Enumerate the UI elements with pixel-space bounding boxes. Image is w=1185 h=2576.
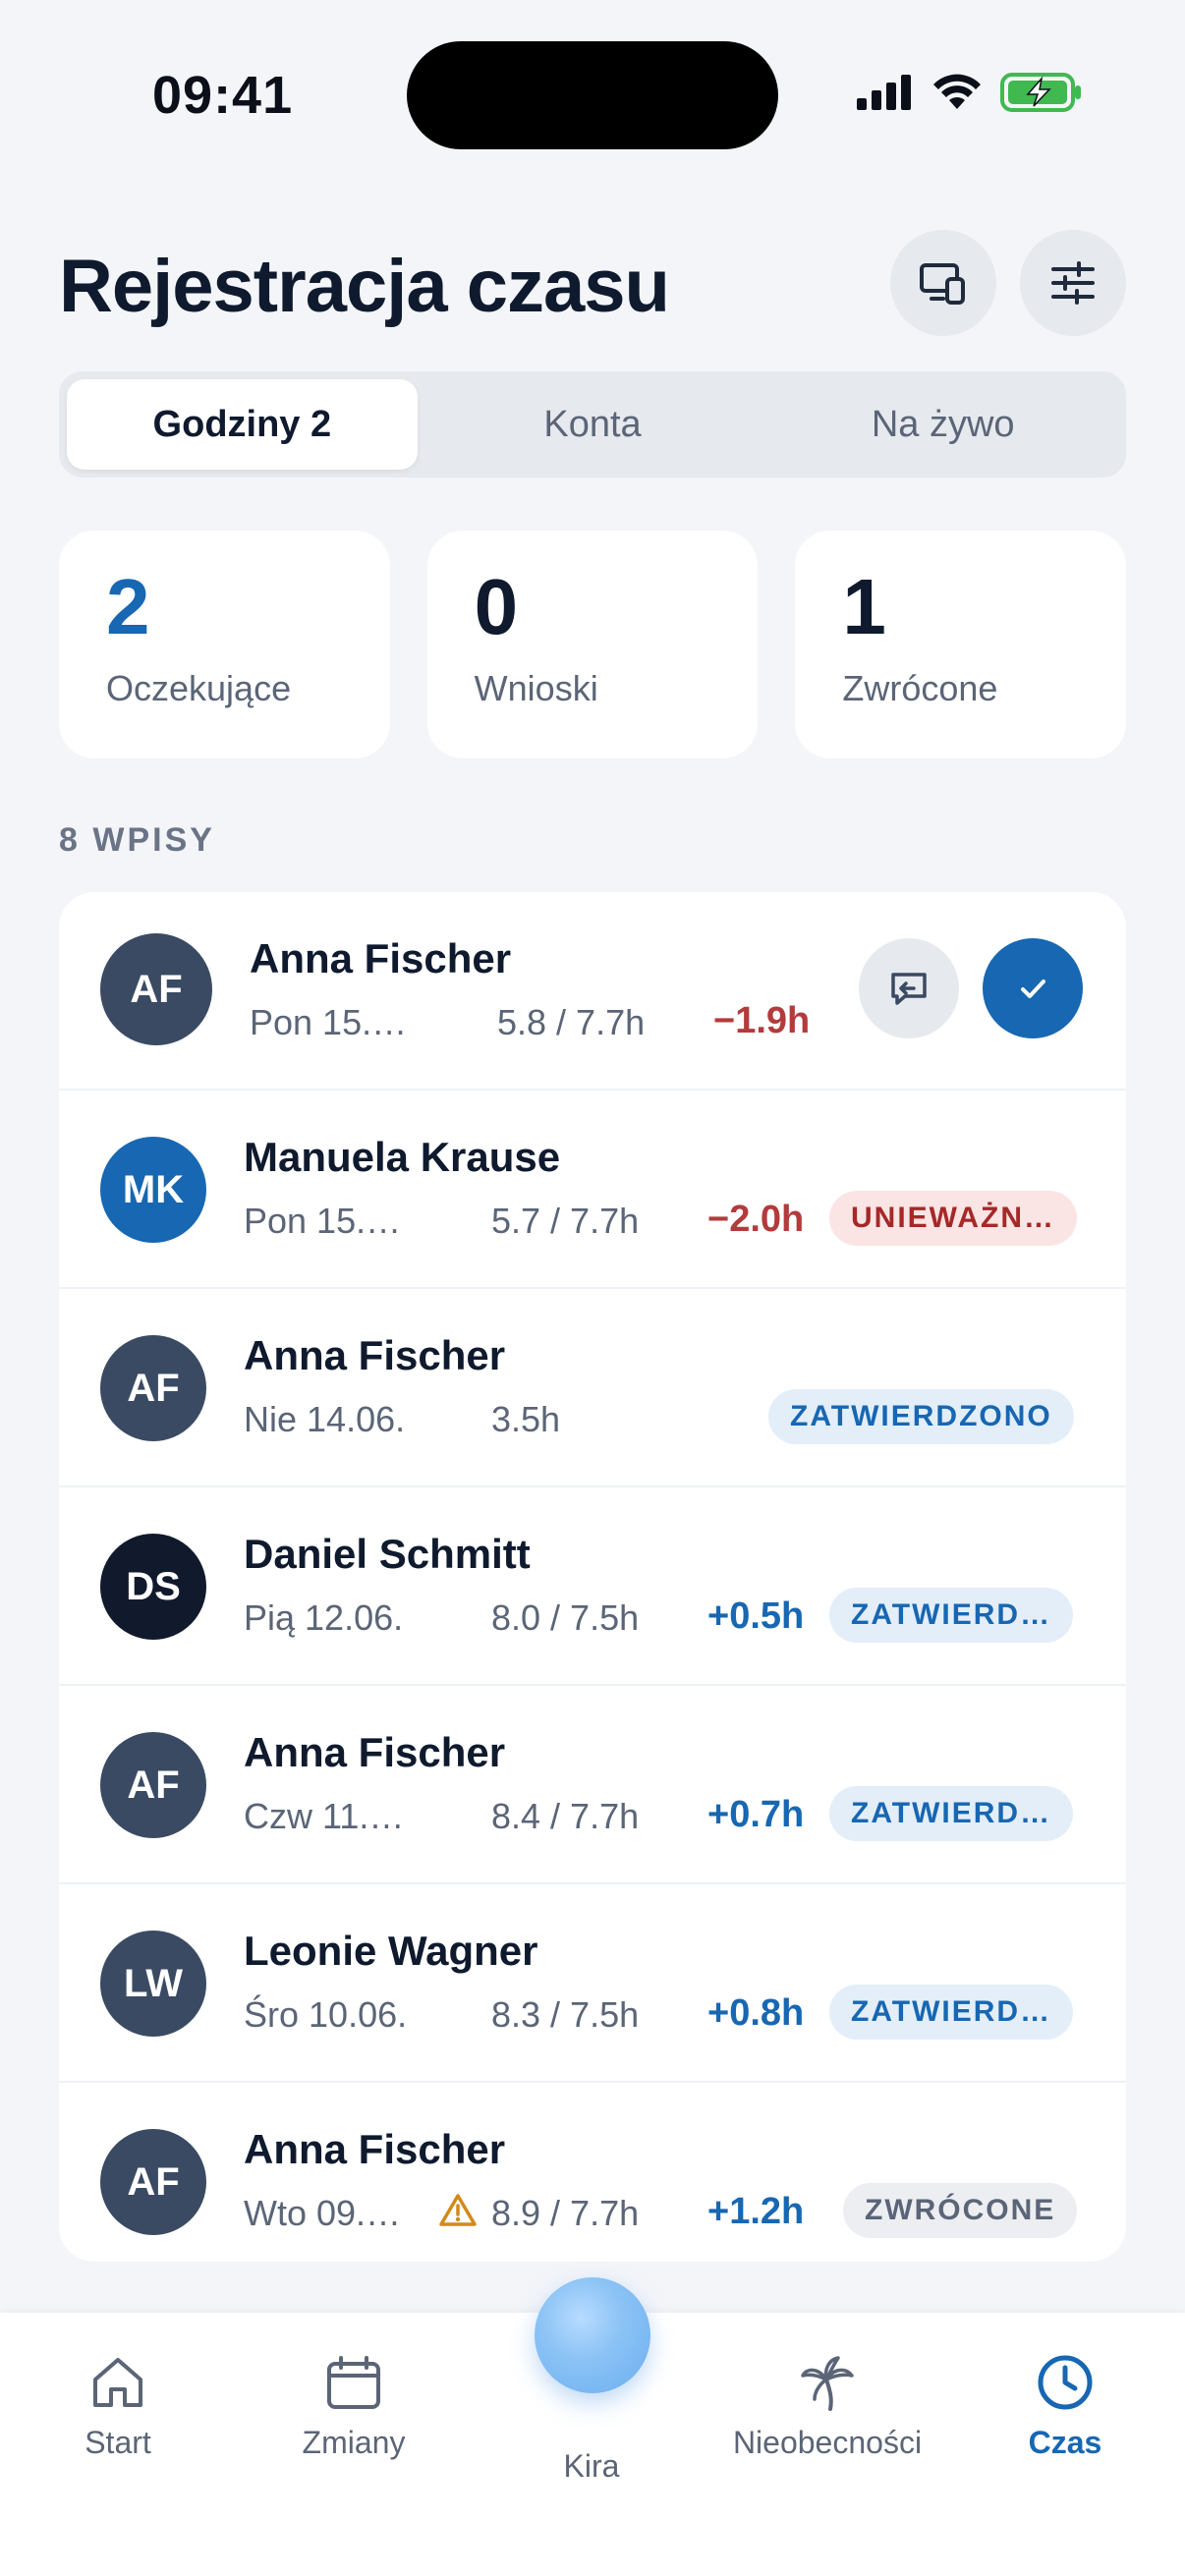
kira-orb[interactable]	[535, 2277, 650, 2393]
status-badge: ZWRÓCONE	[843, 2183, 1078, 2238]
clock-icon	[1038, 2355, 1093, 2410]
stat-card-pending[interactable]: 2 Oczekujące	[59, 531, 390, 758]
wifi-icon	[933, 74, 981, 109]
entry-diff: −1.9h	[713, 1000, 811, 1041]
entry-diff: +0.7h	[707, 1794, 805, 1835]
entry-name: Anna Fischer	[244, 1332, 506, 1378]
entry-date: Wto 09.…	[244, 2193, 402, 2233]
avatar: AF	[100, 1732, 206, 1838]
avatar: AF	[100, 1335, 206, 1441]
tab-label: Czas	[1028, 2425, 1102, 2460]
dynamic-island	[407, 41, 778, 149]
tab-label: Kira	[563, 2448, 620, 2484]
entry-hours: 8.9 / 7.7h	[491, 2193, 640, 2233]
tab-zmiany[interactable]: Zmiany	[255, 2352, 452, 2461]
return-button[interactable]	[859, 938, 959, 1038]
devices-icon	[920, 263, 965, 305]
status-badge: UNIEWAŻN…	[829, 1191, 1077, 1246]
home-icon	[93, 2358, 142, 2407]
page-title: Rejestracja czasu	[59, 245, 670, 328]
entry-hours: 8.4 / 7.7h	[491, 1796, 640, 1836]
entry-name: Anna Fischer	[244, 1729, 506, 1775]
table-row[interactable]: LW Leonie Wagner Śro 10.06. 8.3 / 7.5h +…	[59, 1884, 1126, 2083]
tab-godziny[interactable]: Godziny 2	[67, 379, 418, 470]
entry-date: Nie 14.06.	[244, 1399, 406, 1439]
filter-button[interactable]	[1020, 230, 1126, 336]
entry-diff: +0.5h	[707, 1596, 805, 1637]
entry-name: Anna Fischer	[244, 2126, 506, 2172]
entry-date: Pon 15.…	[250, 1002, 408, 1042]
entry-name: Daniel Schmitt	[244, 1531, 531, 1577]
stat-card-requests[interactable]: 0 Wnioski	[426, 531, 759, 758]
entry-date: Śro 10.06.	[244, 1994, 408, 2035]
battery-charging-icon	[1000, 73, 1081, 112]
tab-nieobecnosci[interactable]: Nieobecności	[729, 2352, 926, 2461]
tab-na-zywo[interactable]: Na żywo	[767, 379, 1118, 470]
tab-label: Zmiany	[302, 2425, 406, 2460]
section-label: 8 WPISY	[59, 821, 215, 859]
entry-name: Leonie Wagner	[244, 1928, 538, 1974]
tab-czas[interactable]: Czas	[967, 2352, 1163, 2461]
table-row[interactable]: DS Daniel Schmitt Pią 12.06. 8.0 / 7.5h …	[59, 1487, 1126, 1686]
entry-hours: 5.7 / 7.7h	[491, 1201, 640, 1241]
table-row[interactable]: AF Anna Fischer Pon 15.… 5.8 / 7.7h −1.9…	[59, 892, 1126, 1091]
entry-date: Pią 12.06.	[244, 1597, 404, 1638]
calendar-icon	[327, 2356, 380, 2409]
return-message-icon	[891, 973, 927, 1005]
table-row[interactable]: AF Anna Fischer Wto 09.… 8.9 / 7.7h +1.2…	[59, 2083, 1126, 2262]
entries-list: AF Anna Fischer Pon 15.… 5.8 / 7.7h −1.9…	[59, 892, 1126, 2262]
entry-hours: 8.0 / 7.5h	[491, 1597, 640, 1638]
entry-hours: 3.5h	[491, 1399, 561, 1439]
entry-diff: +1.2h	[707, 2191, 805, 2232]
entry-hours: 5.8 / 7.7h	[497, 1002, 646, 1042]
stat-label: Zwrócone	[842, 668, 998, 708]
stat-value: 0	[474, 563, 519, 650]
status-icons	[857, 73, 1083, 112]
entry-name: Anna Fischer	[250, 935, 512, 981]
approve-button[interactable]	[983, 938, 1083, 1038]
tab-label: Start	[85, 2425, 151, 2460]
status-bar: 09:41	[0, 0, 1185, 187]
check-icon	[1021, 980, 1045, 998]
sliders-icon	[1051, 261, 1095, 305]
avatar: AF	[100, 933, 212, 1045]
palm-tree-icon	[801, 2356, 854, 2411]
avatar: MK	[100, 1137, 206, 1243]
status-time: 09:41	[152, 66, 294, 125]
stat-value: 2	[106, 563, 150, 650]
tab-label: Nieobecności	[732, 2425, 923, 2460]
entry-date: Czw 11.…	[244, 1796, 405, 1836]
stat-card-returned[interactable]: 1 Zwrócone	[795, 531, 1127, 758]
table-row[interactable]: AF Anna Fischer Czw 11.… 8.4 / 7.7h +0.7…	[59, 1686, 1126, 1884]
tab-kira[interactable]: Kira	[493, 2436, 690, 2485]
status-badge: ZATWIERD…	[829, 1985, 1074, 2040]
devices-button[interactable]	[890, 230, 996, 336]
entry-hours: 8.3 / 7.5h	[491, 1994, 640, 2035]
avatar: LW	[100, 1931, 206, 2037]
entry-diff: −2.0h	[707, 1199, 805, 1240]
entry-date: Pon 15.…	[244, 1201, 402, 1241]
stat-label: Wnioski	[474, 668, 598, 708]
stat-value: 1	[842, 563, 886, 650]
tab-konta[interactable]: Konta	[418, 379, 768, 470]
stat-label: Oczekujące	[106, 668, 292, 708]
avatar: DS	[100, 1534, 206, 1640]
tab-start[interactable]: Start	[20, 2352, 216, 2461]
warning-icon	[439, 2194, 477, 2226]
status-badge: ZATWIERD…	[829, 1588, 1074, 1643]
cellular-signal-icon	[857, 75, 911, 110]
status-badge: ZATWIERD…	[829, 1786, 1074, 1841]
table-row[interactable]: AF Anna Fischer Nie 14.06. 3.5h ZATWIERD…	[59, 1289, 1126, 1487]
table-row[interactable]: MK Manuela Krause Pon 15.… 5.7 / 7.7h −2…	[59, 1091, 1126, 1289]
entry-name: Manuela Krause	[244, 1134, 561, 1180]
segmented-control: Godziny 2 Konta Na żywo	[59, 371, 1126, 477]
entry-diff: +0.8h	[707, 1992, 805, 2034]
avatar: AF	[100, 2129, 206, 2235]
status-badge: ZATWIERDZONO	[768, 1389, 1074, 1444]
stats-row: 2 Oczekujące 0 Wnioski 1 Zwrócone	[59, 531, 1127, 758]
